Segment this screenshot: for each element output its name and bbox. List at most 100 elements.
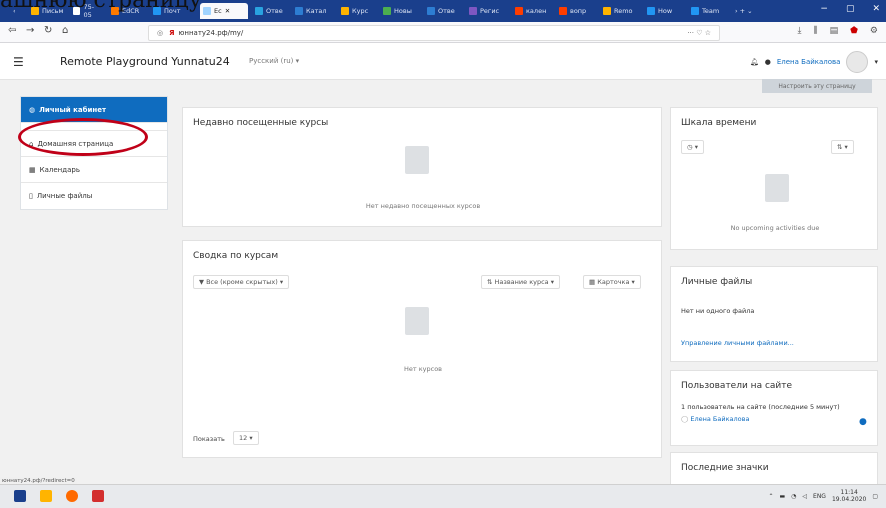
empty-message: No upcoming activities due — [730, 224, 820, 232]
windows-start-icon[interactable] — [14, 490, 26, 502]
nav-item-calendar[interactable]: ▦ Календарь — [21, 157, 167, 183]
page-size-select[interactable]: 12 ▾ — [233, 431, 259, 445]
timeline-block: Шкала времени ◷ ▾ ⇅ ▾ No upcoming activi… — [670, 107, 878, 250]
language-indicator[interactable]: ENG — [813, 493, 826, 500]
nav-item-dashboard[interactable]: ◍ Личный кабинет — [21, 97, 167, 123]
block-title: Последние значки — [681, 463, 769, 473]
view-dropdown[interactable]: ▦ Карточка ▾ — [583, 275, 641, 289]
nav-divider — [21, 123, 167, 131]
user-name[interactable]: Елена Байкалова — [777, 58, 841, 66]
browser-tab[interactable]: Отве — [252, 3, 288, 19]
shield-icon[interactable]: ⬟ — [850, 26, 858, 36]
left-navigation: ◍ Личный кабинет ⌂ Домашняя страница ▦ Кале… — [20, 96, 168, 210]
filter-dropdown[interactable]: ▼ Все (кроме скрытых) ▾ — [193, 275, 290, 289]
extension-icon[interactable]: ⚙ — [870, 26, 878, 36]
dashboard-icon: ◍ — [29, 105, 36, 114]
block-title: Недавно посещенные курсы — [193, 118, 329, 128]
browser-tab[interactable]: Курс — [338, 3, 376, 19]
home-icon: ⌂ — [29, 139, 34, 148]
notification-icon[interactable]: ▢ — [872, 493, 878, 500]
reload-icon[interactable]: ↻ — [44, 25, 52, 36]
chevron-down-icon[interactable]: ▾ — [874, 58, 878, 66]
shield-icon: ◎ — [157, 29, 164, 37]
firefox-icon[interactable] — [66, 490, 78, 502]
file-explorer-icon[interactable] — [40, 490, 52, 502]
timeline-filter-dropdown[interactable]: ◷ ▾ — [681, 140, 705, 154]
browser-tab[interactable]: How — [644, 3, 684, 19]
bell-icon[interactable]: 🔔︎ — [750, 58, 759, 66]
user-menu[interactable]: 🔔︎ ● Елена Байкалова ▾ — [750, 51, 878, 73]
clock-icon: ◷ — [687, 143, 693, 151]
tray-chevron-icon[interactable]: ⌃ — [768, 493, 773, 500]
home-button-icon[interactable]: ⌂ — [62, 25, 68, 36]
timeline-sort-dropdown[interactable]: ⇅ ▾ — [831, 140, 854, 154]
browser-tab[interactable]: кален — [512, 3, 552, 19]
grid-icon: ▦ — [589, 278, 598, 286]
browser-tab[interactable]: вопр — [556, 3, 596, 19]
private-files-block: Личные файлы Нет ни одного файла Управле… — [670, 266, 878, 362]
close-window-icon: ✕ — [872, 4, 880, 14]
sort-icon: ⇅ — [487, 278, 495, 286]
site-favicon-icon: Я — [169, 29, 175, 37]
reader-icon[interactable]: ▤ — [830, 26, 839, 36]
maximize-icon: ▢ — [845, 4, 855, 14]
minimize-icon: − — [820, 4, 828, 14]
browser-tab[interactable]: Регис — [466, 3, 508, 19]
browser-tab[interactable]: Отве — [424, 3, 462, 19]
tab-overflow[interactable]: › + ⌄ — [732, 3, 772, 19]
window-controls[interactable]: − ▢ ✕ — [820, 4, 880, 14]
chat-icon[interactable]: ● — [765, 58, 771, 66]
nav-item-files[interactable]: ▯ Личные файлы — [21, 183, 167, 209]
forward-icon[interactable]: → — [26, 25, 34, 36]
overlay-caption: ашнюю страницу — [0, 0, 202, 13]
site-title[interactable]: Remote Playground Yunnatu24 — [60, 55, 230, 68]
online-summary: 1 пользователь на сайте (последние 5 мин… — [681, 403, 840, 411]
browser-nav-bar: ⇦ → ↻ ⌂ ◎ Я юннату24.рф/my/ ··· ♡ ☆ ⤓ ⫼ … — [0, 22, 886, 43]
network-icon[interactable]: ◔ — [791, 493, 796, 500]
eye-icon[interactable]: ● — [859, 417, 867, 427]
courses-empty-icon — [405, 146, 429, 174]
back-icon[interactable]: ⇦ — [8, 25, 16, 36]
download-icon[interactable]: ⤓ — [797, 26, 801, 36]
sort-icon: ⇅ — [837, 143, 843, 151]
online-user-link[interactable]: ◯ Елена Байкалова — [681, 415, 749, 423]
online-users-block: Пользователи на сайте 1 пользователь на … — [670, 370, 878, 446]
empty-message: Нет курсов — [403, 365, 443, 373]
nav-item-home[interactable]: ⌂ Домашняя страница — [21, 131, 167, 157]
show-label: Показать — [193, 435, 225, 443]
browser-tab[interactable]: Новы — [380, 3, 420, 19]
system-tray: ⌃ ▬ ◔ ◁ ENG 11:14 19.04.2020 ▢ — [768, 489, 878, 503]
file-icon: ▯ — [29, 192, 33, 200]
block-title: Сводка по курсам — [193, 251, 279, 261]
block-title: Пользователи на сайте — [681, 381, 793, 391]
course-overview-block: Сводка по курсам ▼ Все (кроме скрытых) ▾… — [182, 240, 662, 458]
files-empty-message: Нет ни одного файла — [681, 307, 755, 315]
filter-icon: ▼ — [199, 278, 207, 286]
close-tab-icon[interactable]: ✕ — [225, 7, 230, 15]
recent-courses-block: Недавно посещенные курсы Нет недавно пос… — [182, 107, 662, 227]
block-title: Шкала времени — [681, 118, 757, 128]
activities-empty-icon — [765, 174, 789, 202]
customize-page-button[interactable]: Настроить эту страницу — [762, 79, 872, 93]
sort-dropdown[interactable]: ⇅ Название курса ▾ — [481, 275, 560, 289]
language-menu[interactable]: Русский (ru) ▾ — [249, 57, 299, 65]
clock[interactable]: 11:14 19.04.2020 — [832, 489, 866, 503]
courses-empty-icon — [405, 307, 429, 335]
url-actions[interactable]: ··· ♡ ☆ — [687, 29, 711, 37]
browser-tab[interactable]: Remo — [600, 3, 640, 19]
site-header: ☰ Remote Playground Yunnatu24 Русский (r… — [0, 43, 886, 80]
browser-tab[interactable]: Катал — [292, 3, 334, 19]
library-icon[interactable]: ⫼ — [813, 26, 817, 36]
menu-icon[interactable]: ☰ — [13, 55, 24, 69]
manage-files-link[interactable]: Управление личными файлами... — [681, 339, 794, 347]
user-avatar-icon: ◯ — [681, 415, 691, 423]
url-text: юннату24.рф/my/ — [178, 29, 244, 37]
app-icon[interactable] — [92, 490, 104, 502]
browser-tab[interactable]: Team — [688, 3, 728, 19]
volume-icon[interactable]: ◁ — [802, 493, 807, 500]
block-title: Личные файлы — [681, 277, 753, 287]
calendar-icon: ▦ — [29, 165, 36, 174]
url-bar[interactable]: ◎ Я юннату24.рф/my/ ··· ♡ ☆ — [148, 25, 720, 41]
browser-tab-active[interactable]: Ec ✕ — [200, 3, 248, 19]
avatar[interactable] — [846, 51, 869, 73]
